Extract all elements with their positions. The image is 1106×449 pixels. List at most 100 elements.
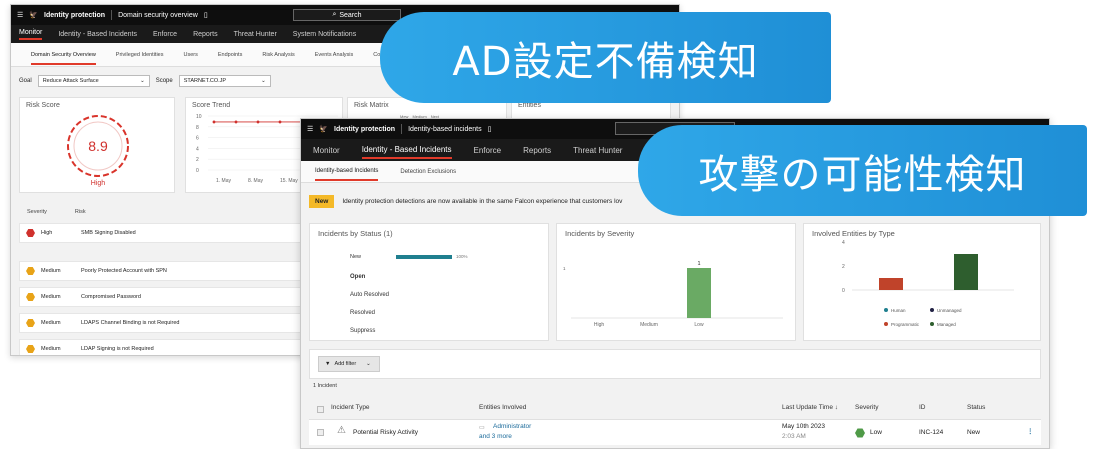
legend-swatch	[884, 322, 888, 326]
incident-type: Potential Risky Activity	[353, 429, 419, 436]
search-box[interactable]: ⌕ Search	[293, 9, 401, 21]
callout-ad-misconfig: AD設定不備検知	[380, 12, 831, 103]
nav-reports[interactable]: Reports	[523, 146, 551, 155]
status-new[interactable]: New	[350, 254, 361, 260]
status-resolved[interactable]: Resolved	[350, 310, 375, 316]
menu-icon[interactable]: ☰	[307, 125, 313, 133]
tab-risk-analysis[interactable]: Risk Analysis	[262, 52, 294, 58]
trend-x-tick: 15. May	[280, 178, 298, 184]
add-filter-button[interactable]: ▼ Add filter ⌄	[318, 356, 380, 372]
risk-score-value: 8.9	[88, 138, 108, 154]
severity-x-tick: Medium	[640, 322, 658, 328]
col-incident-type[interactable]: Incident Type	[331, 404, 370, 411]
risk-name: Poorly Protected Account with SPN	[81, 268, 167, 274]
goal-select[interactable]: Reduce Attack Surface ⌄	[37, 75, 150, 87]
scope-select[interactable]: STARNET.CO.JP ⌄	[178, 75, 271, 87]
search-icon: ⌕	[332, 11, 337, 18]
bookmark-icon[interactable]: ▯	[204, 11, 208, 19]
incident-table-header: Incident Type Entities Involved Last Upd…	[309, 401, 1041, 417]
tab-privileged-identities[interactable]: Privileged Identities	[116, 52, 164, 58]
severity-medium-icon	[26, 292, 35, 302]
legend-label: Managed	[937, 322, 956, 327]
risk-row[interactable]: Medium Poorly Protected Account with SPN	[19, 261, 319, 281]
col-status[interactable]: Status	[967, 404, 985, 411]
nav-monitor[interactable]: Monitor	[19, 29, 43, 40]
severity-card: Incidents by Severity 1 High Medium Low 1	[556, 223, 796, 341]
risk-row[interactable]: High SMB Signing Disabled	[19, 223, 319, 243]
trend-y-tick: 10	[196, 114, 202, 120]
tab-detection-exclusions[interactable]: Detection Exclusions	[400, 169, 456, 175]
nav-threat-hunter[interactable]: Threat Hunter	[573, 146, 622, 155]
nav-reports[interactable]: Reports	[193, 31, 218, 38]
risk-severity: Medium	[41, 268, 61, 274]
severity-x-tick: High	[594, 322, 605, 328]
tab-users[interactable]: Users	[184, 52, 198, 58]
risk-name: LDAPS Channel Binding is not Required	[81, 320, 180, 326]
filter-icon: ▼	[325, 361, 331, 367]
bookmark-icon[interactable]: ▯	[488, 125, 492, 133]
entities-bar	[879, 278, 903, 290]
legend-swatch	[930, 308, 934, 312]
row-id: INC-124	[919, 429, 944, 436]
status-suppress[interactable]: Suppress	[350, 328, 375, 334]
update-time: 2:03 AM	[782, 433, 806, 440]
nav-system-notifications[interactable]: System Notifications	[293, 31, 356, 38]
row-severity: Low	[870, 429, 882, 436]
entities-type-chart: 4 2 0 Human Unmanaged Programmatic Managed	[842, 240, 1014, 327]
severity-medium-icon	[26, 344, 35, 354]
chevron-down-icon: ⌄	[261, 78, 266, 84]
status-new-bar-track	[396, 255, 452, 259]
trend-y-tick: 8	[196, 125, 199, 131]
risk-row[interactable]: Medium Compromised Password	[19, 287, 319, 307]
nav-incidents[interactable]: Identity - Based Incidents	[361, 141, 452, 159]
tab-identity-based-incidents[interactable]: Identity-based Incidents	[315, 162, 379, 181]
search-label: Search	[339, 11, 362, 19]
filter-panel: ▼ Add filter ⌄	[309, 349, 1041, 379]
trend-y-tick: 0	[196, 168, 199, 174]
select-all-checkbox[interactable]	[317, 406, 324, 413]
score-trend-title: Score Trend	[192, 102, 231, 109]
nav-monitor[interactable]: Monitor	[313, 146, 340, 155]
breadcrumb: Domain security overview	[118, 11, 198, 19]
row-status: New	[967, 429, 981, 436]
trend-y-tick: 2	[196, 157, 199, 163]
status-open[interactable]: Open	[350, 274, 365, 280]
status-auto-resolved[interactable]: Auto Resolved	[350, 292, 389, 298]
entity-link[interactable]: Administrator	[493, 423, 531, 430]
risk-name: Compromised Password	[81, 294, 141, 300]
severity-low-icon	[855, 428, 865, 438]
chevron-down-icon: ⌄	[140, 78, 145, 84]
risk-severity: Medium	[41, 320, 61, 326]
more-entities-link[interactable]: and 3 more	[479, 433, 512, 440]
nav-threat-hunter[interactable]: Threat Hunter	[234, 31, 277, 38]
tab-endpoints[interactable]: Endpoints	[218, 52, 242, 58]
goal-label: Goal	[19, 78, 32, 84]
entities-bar	[954, 254, 978, 290]
table-row[interactable]: ⚠ Potential Risky Activity ▭ Administrat…	[309, 419, 1041, 445]
trend-point	[212, 120, 216, 124]
col-id[interactable]: ID	[919, 404, 926, 411]
tab-events-analysis[interactable]: Events Analysis	[315, 52, 354, 58]
risk-row[interactable]: Medium LDAP Signing is not Required	[19, 339, 319, 355]
user-icon: ▭	[479, 425, 485, 431]
col-severity[interactable]: Severity	[855, 404, 878, 411]
risk-severity: Medium	[41, 294, 61, 300]
entities-y-tick: 4	[842, 240, 845, 246]
menu-icon[interactable]: ☰	[17, 11, 23, 19]
row-checkbox[interactable]	[317, 429, 324, 436]
legend-label: Human	[891, 308, 906, 313]
status-card: Incidents by Status (1) New 100% Open Au…	[309, 223, 549, 341]
risk-severity: High	[41, 230, 53, 236]
severity-x-tick: Low	[694, 322, 704, 328]
risk-score-level: High	[90, 180, 106, 187]
nav-enforce[interactable]: Enforce	[153, 31, 177, 38]
more-options-icon[interactable]: ⋮	[1027, 427, 1034, 435]
risk-name: LDAP Signing is not Required	[81, 346, 154, 352]
nav-incidents[interactable]: Identity - Based Incidents	[58, 31, 137, 38]
col-entities[interactable]: Entities Involved	[479, 404, 526, 411]
risk-row[interactable]: Medium LDAPS Channel Binding is not Requ…	[19, 313, 319, 333]
tab-domain-security-overview[interactable]: Domain Security Overview	[31, 45, 96, 65]
col-last-update[interactable]: Last Update Time ↓	[782, 404, 838, 411]
entities-type-card: Involved Entities by Type 4 2 0 Human Unmana…	[803, 223, 1041, 341]
nav-enforce[interactable]: Enforce	[474, 146, 502, 155]
